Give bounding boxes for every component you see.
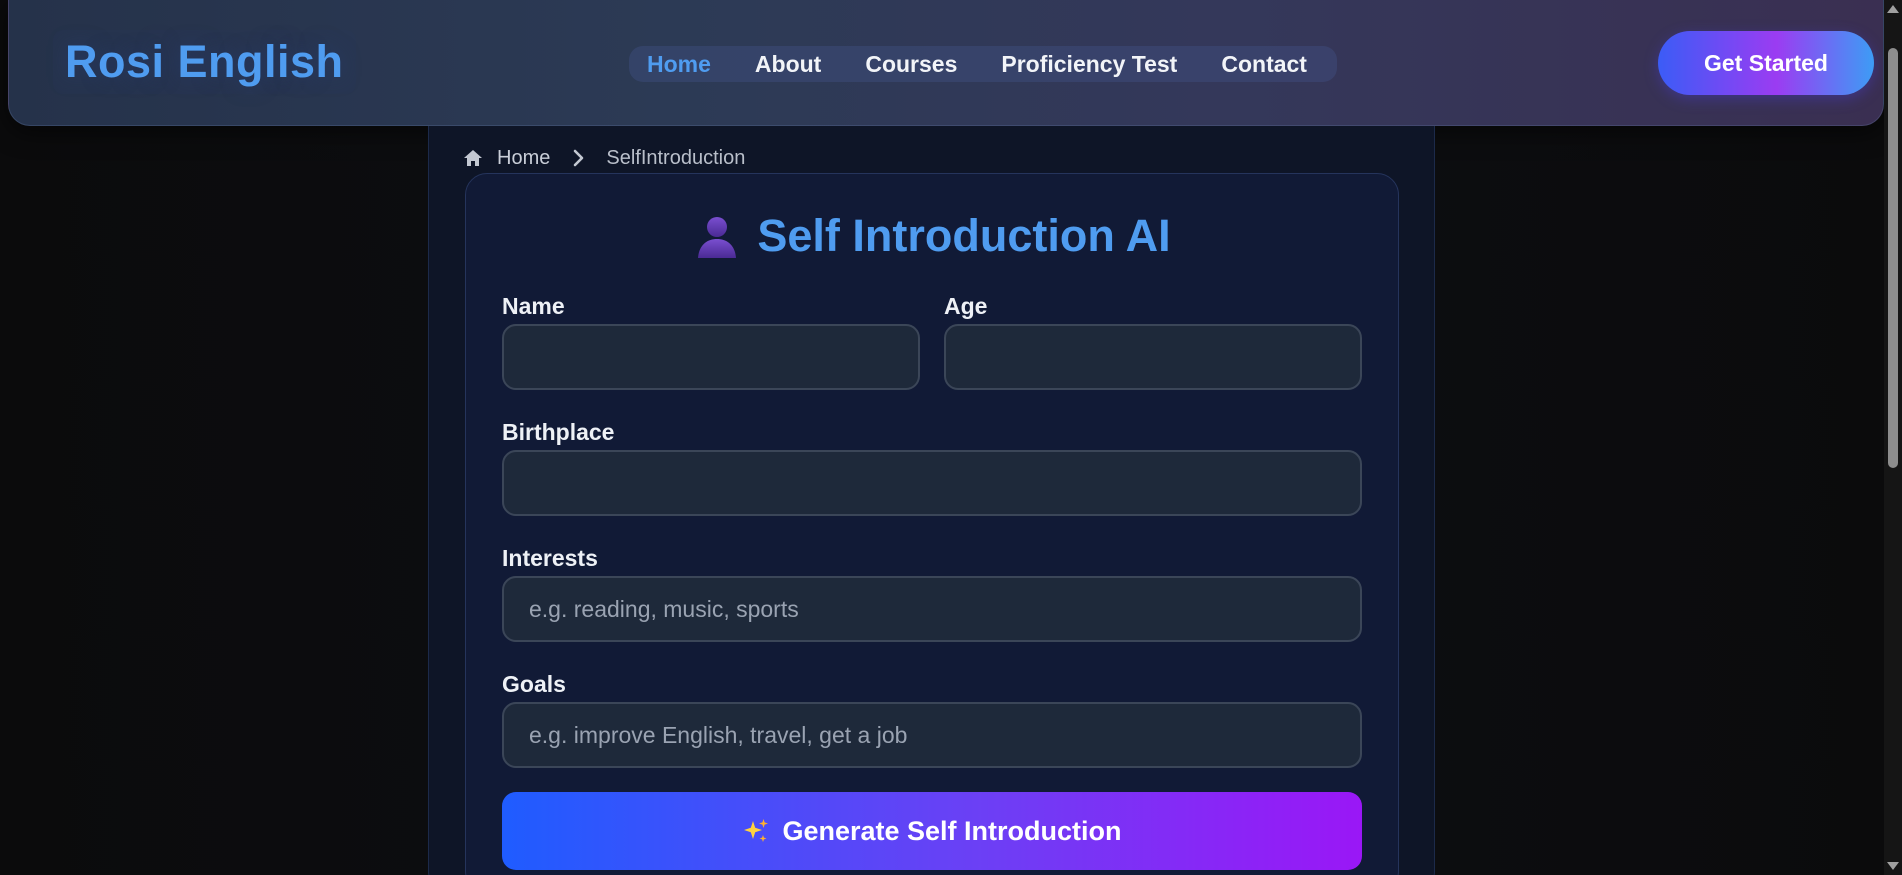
age-input[interactable]	[944, 324, 1362, 390]
nav-item-home[interactable]: Home	[637, 46, 733, 82]
top-navbar: Rosi English Home About Courses Proficie…	[8, 0, 1884, 126]
main-nav: Home About Courses Proficiency Test Cont…	[629, 46, 1337, 82]
nav-item-contact[interactable]: Contact	[1199, 46, 1329, 82]
age-label: Age	[944, 293, 988, 319]
sparkles-icon	[742, 817, 770, 845]
interests-input[interactable]	[502, 576, 1362, 642]
goals-label: Goals	[502, 671, 566, 697]
generate-button-label: Generate Self Introduction	[782, 815, 1122, 846]
goals-input[interactable]	[502, 702, 1362, 768]
home-icon	[463, 148, 483, 168]
nav-item-about[interactable]: About	[733, 46, 843, 82]
scroll-up-arrow-icon[interactable]	[1887, 5, 1899, 13]
name-input[interactable]	[502, 324, 920, 390]
page: Rosi English Home About Courses Proficie…	[0, 0, 1902, 875]
interests-label: Interests	[502, 545, 598, 571]
breadcrumb-home-link[interactable]: Home	[497, 147, 550, 170]
brand-logo[interactable]: Rosi English	[53, 30, 356, 94]
form-title: Self Introduction AI	[757, 210, 1171, 261]
chevron-right-icon	[572, 148, 586, 168]
page-scrollbar[interactable]	[1884, 0, 1902, 875]
breadcrumb-current: SelfIntroduction	[606, 146, 746, 169]
birthplace-label: Birthplace	[502, 419, 615, 445]
scroll-thumb[interactable]	[1888, 48, 1898, 468]
self-introduction-form-card	[465, 173, 1399, 875]
name-label: Name	[502, 293, 565, 319]
scroll-down-arrow-icon[interactable]	[1887, 862, 1899, 870]
breadcrumb: Home SelfIntroduction	[463, 145, 745, 171]
form-title-row: Self Introduction AI	[465, 206, 1399, 266]
user-silhouette-icon	[693, 212, 741, 260]
get-started-button[interactable]: Get Started	[1658, 31, 1874, 95]
generate-self-introduction-button[interactable]: Generate Self Introduction	[502, 792, 1362, 870]
birthplace-input[interactable]	[502, 450, 1362, 516]
nav-item-proficiency-test[interactable]: Proficiency Test	[979, 46, 1199, 82]
nav-item-courses[interactable]: Courses	[843, 46, 979, 82]
